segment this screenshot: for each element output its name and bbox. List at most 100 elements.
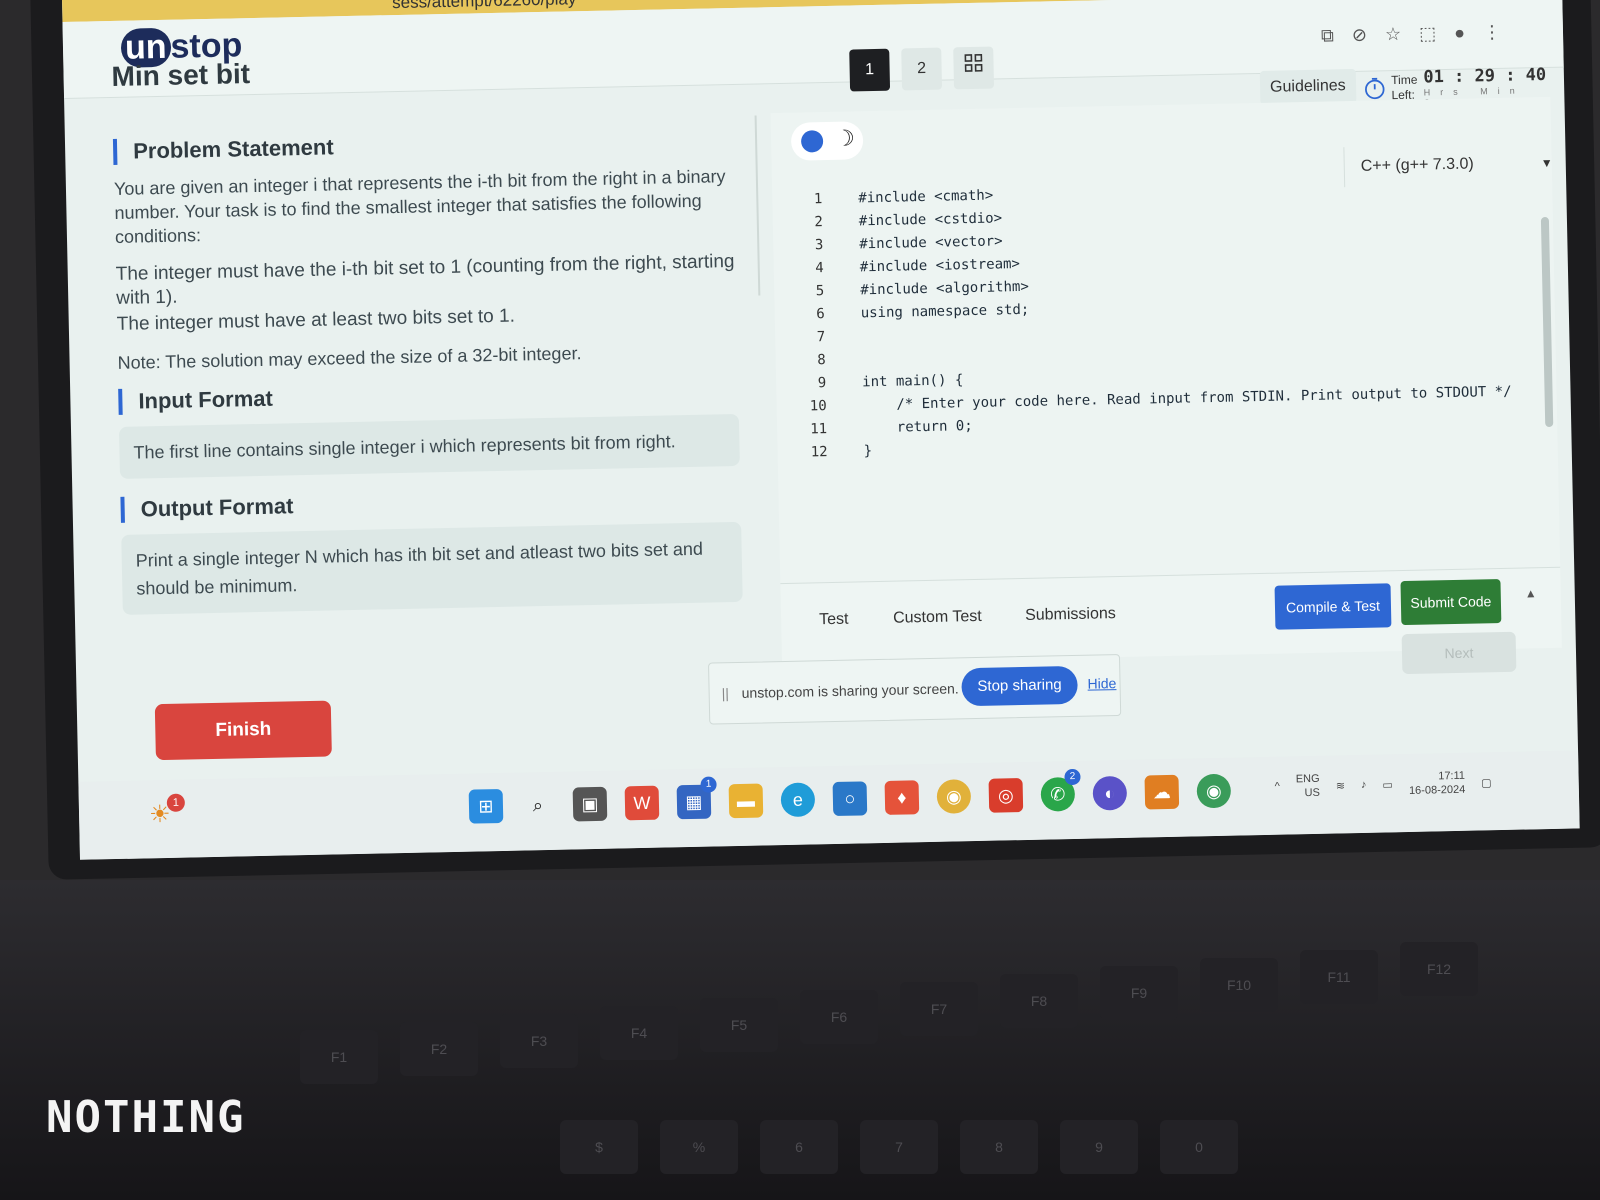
- compile-test-button[interactable]: Compile & Test: [1274, 583, 1392, 630]
- code-text[interactable]: #include <cstdio>: [859, 207, 1003, 233]
- tab-submissions[interactable]: Submissions: [1025, 605, 1116, 625]
- extensions-icon[interactable]: ⬚: [1419, 23, 1436, 44]
- question-tabs: 1 2: [849, 46, 995, 92]
- search-icon[interactable]: ⌕: [521, 788, 556, 823]
- chrome-profile-icon[interactable]: ◉: [1196, 773, 1232, 809]
- output-format-box: Print a single integer N which has ith b…: [121, 521, 743, 615]
- file-explorer-icon[interactable]: ▬: [728, 783, 764, 819]
- keyboard-key: F12: [1400, 942, 1478, 996]
- whatsapp-icon[interactable]: ✆ 2: [1040, 768, 1081, 812]
- timer-value: 01 : 29 : 40: [1423, 64, 1547, 88]
- keyboard-key: F11: [1300, 950, 1378, 1004]
- edge-icon[interactable]: e: [780, 782, 816, 818]
- keyboard-key: F8: [1000, 974, 1078, 1028]
- weather-badge: 1: [166, 793, 186, 812]
- keyboard-key: F3: [500, 1014, 578, 1068]
- eye-off-icon[interactable]: ⊘: [1352, 25, 1368, 46]
- taskbar-apps: ⊞ ⌕ ▣ W ▦ 1 ▬ e ○ ♦ ◉ ◎ ✆ 2 ◐ ☁ ◉: [468, 768, 1232, 824]
- hide-link[interactable]: Hide: [1087, 675, 1116, 692]
- cloud-icon[interactable]: ☁: [1144, 774, 1180, 810]
- laptop-screen: sess/attempt/62260/play – ▫ ✕ unstop 1 2…: [62, 0, 1580, 860]
- cortana-icon[interactable]: ○: [832, 781, 868, 817]
- line-number: 1: [813, 191, 823, 208]
- problem-panel: Problem Statement You are given an integ…: [112, 125, 743, 633]
- keyboard-key: F2: [400, 1022, 478, 1076]
- brave-icon[interactable]: ♦: [884, 780, 920, 815]
- grid-view-icon[interactable]: [953, 46, 995, 90]
- line-number: 2: [814, 214, 823, 231]
- line-number: 4: [815, 260, 824, 277]
- keyboard-key: 7: [860, 1120, 938, 1174]
- code-text[interactable]: int main() {: [862, 369, 964, 394]
- clock[interactable]: 17:11 16-08-2024: [1409, 769, 1466, 798]
- editor-scrollbar[interactable]: [1540, 216, 1554, 428]
- guidelines-button[interactable]: Guidelines: [1259, 68, 1357, 105]
- keyboard-key: F9: [1100, 966, 1178, 1020]
- volume-icon[interactable]: ♪: [1361, 779, 1367, 791]
- question-tab-2[interactable]: 2: [901, 47, 943, 91]
- code-editor[interactable]: ☽ C++ (g++ 7.3.0) ▼ 1 #include <cmath> 2 #i…: [770, 96, 1562, 584]
- submit-code-button[interactable]: Submit Code: [1400, 579, 1502, 626]
- share-message: unstop.com is sharing your screen.: [741, 680, 959, 701]
- next-button[interactable]: Next: [1401, 631, 1517, 675]
- windows-start-icon[interactable]: ⊞: [468, 788, 504, 824]
- weather-widget-icon[interactable]: ☀ 1: [149, 793, 186, 829]
- keyboard-key: 6: [760, 1120, 838, 1174]
- problem-statement-heading: Problem Statement: [112, 125, 734, 165]
- cast-icon[interactable]: ⧉: [1321, 25, 1334, 46]
- line-number: 11: [810, 421, 828, 438]
- task-view-icon[interactable]: ▣: [572, 786, 608, 822]
- browser-toolbar: ⧉ ⊘ ☆ ⬚ ● ⋮: [1321, 22, 1501, 47]
- chevron-up-icon[interactable]: ^: [1275, 781, 1280, 793]
- tab-test[interactable]: Test: [819, 611, 849, 630]
- keyboard-key: F7: [900, 982, 978, 1036]
- keyboard-key: %: [660, 1120, 738, 1174]
- note-text: Note: The solution may exceed the size o…: [117, 343, 582, 373]
- stop-sharing-button[interactable]: Stop sharing: [961, 665, 1078, 707]
- input-format-heading: Input Format: [118, 375, 739, 415]
- line-number: 3: [814, 237, 824, 254]
- profile-icon[interactable]: ●: [1454, 23, 1465, 44]
- battery-icon[interactable]: ▭: [1382, 778, 1393, 791]
- line-number: 6: [816, 306, 825, 323]
- stopwatch-icon: [1365, 77, 1385, 100]
- output-format-heading: Output Format: [120, 483, 741, 523]
- drag-handle-icon[interactable]: ||: [721, 685, 729, 701]
- keyboard-key: 8: [960, 1120, 1038, 1174]
- code-lines[interactable]: 1 #include <cmath> 2 #include <cstdio> 3 #inc…: [790, 174, 1513, 465]
- keyboard-key: F4: [600, 1006, 678, 1060]
- keyboard-key: F5: [700, 998, 778, 1052]
- finish-button[interactable]: Finish: [154, 700, 332, 761]
- code-text[interactable]: #include <iostream>: [860, 253, 1021, 279]
- language-indicator[interactable]: ENG US: [1296, 772, 1320, 800]
- notification-icon[interactable]: ▢: [1481, 776, 1492, 789]
- code-text[interactable]: #include <cmath>: [858, 185, 993, 211]
- chrome-icon[interactable]: ◉: [936, 779, 972, 814]
- question-tab-1[interactable]: 1: [849, 48, 891, 92]
- code-text[interactable]: }: [863, 440, 872, 463]
- wifi-icon[interactable]: ≋: [1336, 779, 1345, 792]
- line-number: 7: [816, 329, 826, 346]
- moon-app-icon[interactable]: ◐: [1092, 775, 1128, 811]
- app-icon[interactable]: ◎: [988, 778, 1024, 813]
- problem-title: Min set bit: [111, 58, 251, 92]
- store-icon[interactable]: ▦ 1: [676, 776, 717, 820]
- keyboard-key: F6: [800, 990, 878, 1044]
- line-number: 8: [817, 352, 826, 369]
- line-number: 5: [815, 283, 825, 300]
- chevron-up-icon[interactable]: ▲: [1525, 586, 1537, 600]
- system-tray: ^ ENG US ≋ ♪ ▭ 17:11 16-08-2024 ▢: [1274, 768, 1492, 801]
- screen-share-bar: || unstop.com is sharing your screen. St…: [708, 653, 1122, 725]
- code-text[interactable]: return 0;: [863, 415, 973, 440]
- code-text[interactable]: using namespace std;: [861, 299, 1030, 326]
- keyboard-key: F10: [1200, 958, 1278, 1012]
- tab-custom-test[interactable]: Custom Test: [893, 608, 982, 628]
- moon-icon: ☽: [834, 125, 856, 151]
- keyboard-key: $: [560, 1120, 638, 1174]
- theme-toggle[interactable]: ☽: [790, 121, 864, 161]
- panel-divider[interactable]: [754, 115, 761, 296]
- code-text[interactable]: #include <vector>: [859, 230, 1003, 256]
- more-icon[interactable]: ⋮: [1483, 22, 1501, 43]
- wps-office-icon[interactable]: W: [624, 785, 660, 821]
- star-icon[interactable]: ☆: [1385, 24, 1402, 45]
